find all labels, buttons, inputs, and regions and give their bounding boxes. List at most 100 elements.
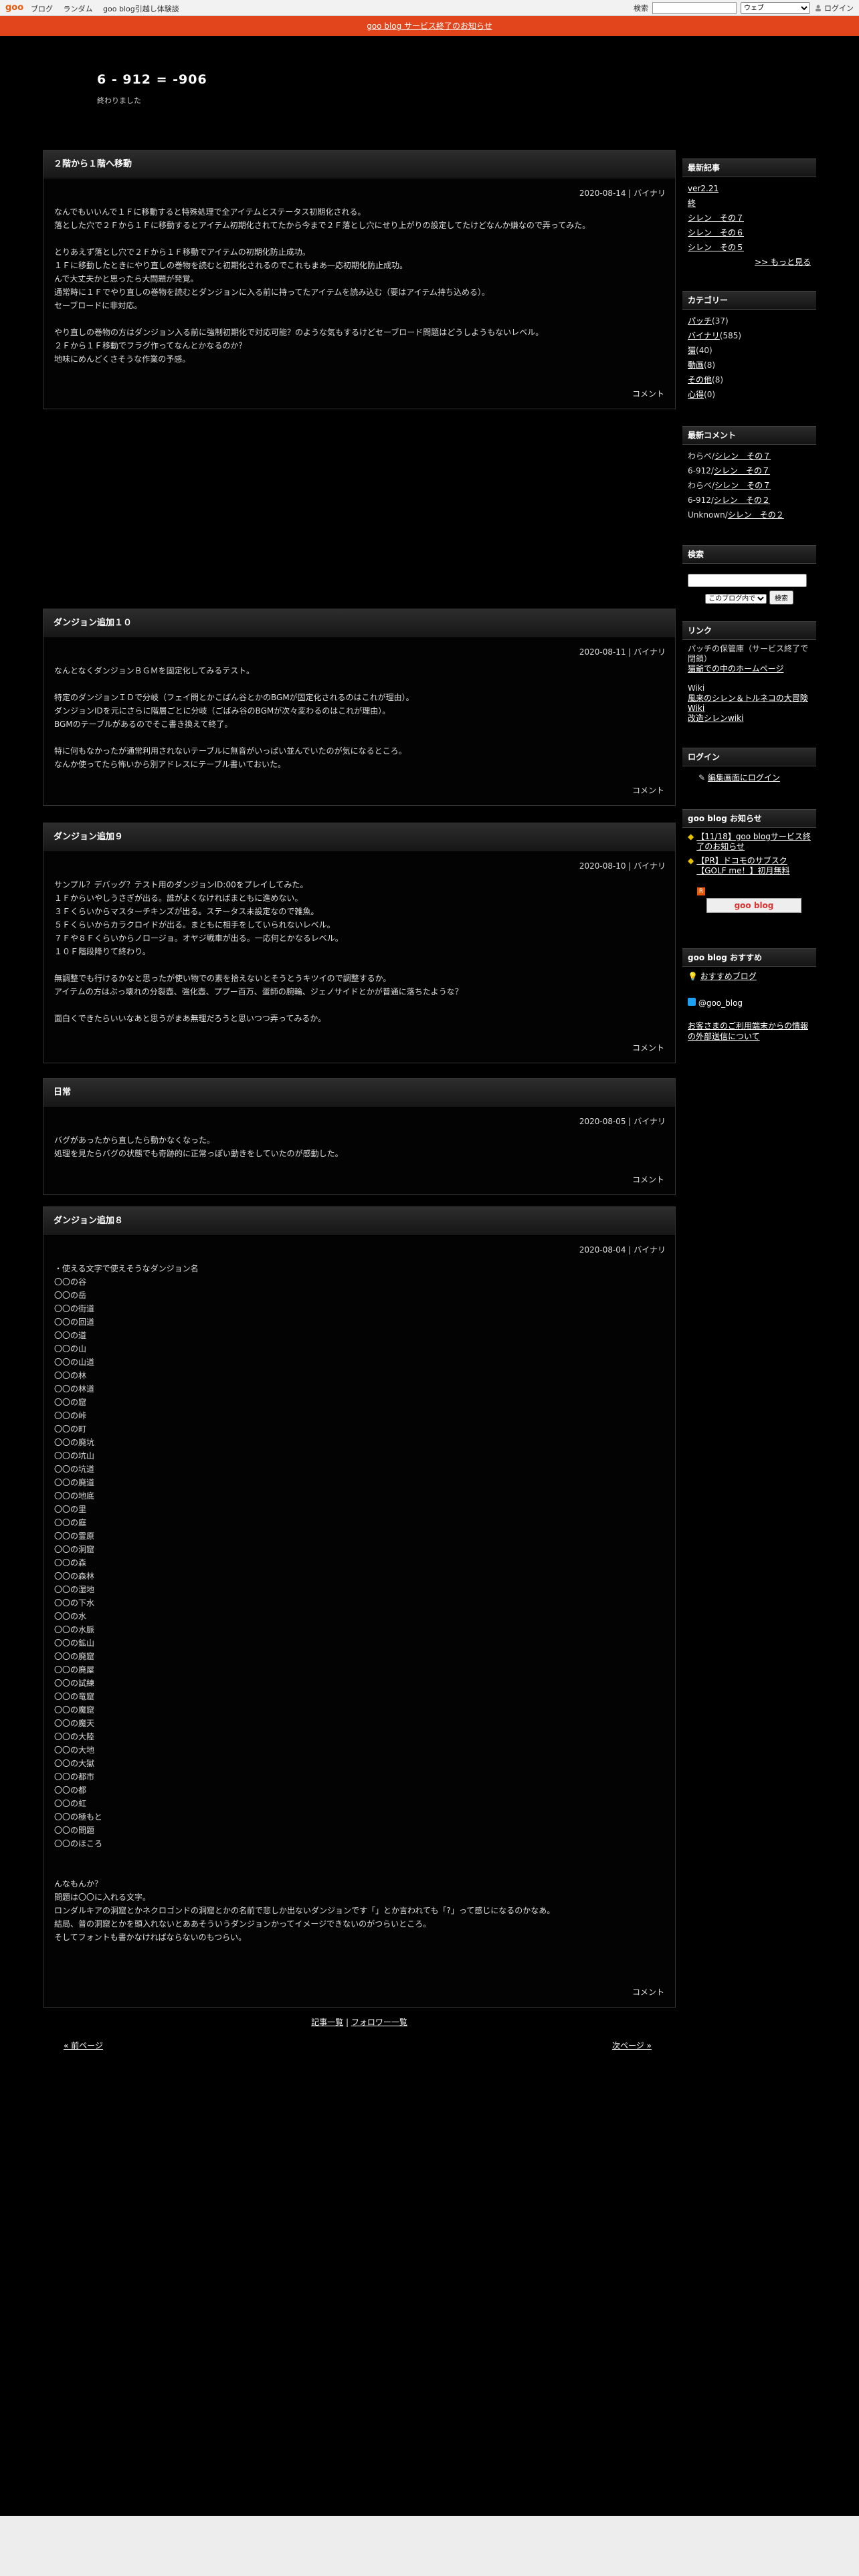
- entry-line: 〇〇の森林: [54, 1572, 95, 1581]
- search-input[interactable]: [652, 2, 737, 14]
- nav-random[interactable]: ランダム: [64, 5, 93, 13]
- entry-line: BGMのテーブルがあるのでそこ書き換えて終了。: [54, 720, 233, 729]
- entry-line: 〇〇の坑道: [54, 1465, 95, 1474]
- entry: ２階から１階へ移動 2020-08-14 | バイナリ なんでもいいんで１Ｆに移…: [43, 150, 676, 409]
- entry-line: 無調整でも行けるかなと思ったが使い物での素を拾えないとそうとうキツイので調整する…: [54, 974, 391, 983]
- comment-link[interactable]: コメント: [632, 784, 664, 796]
- entry-line: 〇〇の大獄: [54, 1759, 95, 1768]
- prev-page-link[interactable]: « 前ページ: [64, 2040, 103, 2051]
- twitter-link[interactable]: @goo_blog: [698, 998, 743, 1008]
- entry-line: [54, 677, 664, 691]
- link-item[interactable]: 改造シレンwiki: [688, 714, 743, 723]
- blog-search-input[interactable]: [688, 573, 807, 587]
- comment-post-link[interactable]: シレン その７: [714, 481, 771, 490]
- link-item[interactable]: 風来のシレン＆トルネコの大冒険 Wiki: [688, 693, 808, 713]
- sidebar-login: ログイン ✎ 編集画面にログイン: [682, 748, 816, 789]
- entry-line: 処理を見たらバグの状態でも奇跡的に正常っぽい動きをしていたのが感動した。: [54, 1149, 343, 1158]
- sidebar-heading: 検索: [682, 545, 816, 564]
- entry-title[interactable]: ダンジョン追加９: [43, 823, 675, 852]
- recent-item[interactable]: シレン その６: [688, 228, 744, 237]
- category-link[interactable]: 動画: [688, 360, 704, 370]
- entry-line: 〇〇の鉱山: [54, 1638, 95, 1648]
- recent-item[interactable]: シレン その５: [688, 243, 744, 252]
- entry-line: 〇〇の洞窟: [54, 1545, 95, 1554]
- notice-item[interactable]: 【PR】ドコモのサブスク【GOLF me！】初月無料: [696, 856, 811, 876]
- comment-link[interactable]: コメント: [632, 1042, 664, 1053]
- comment-post-link[interactable]: シレン その２: [714, 496, 770, 505]
- entry-title[interactable]: ダンジョン追加１０: [43, 609, 675, 638]
- login-link[interactable]: ログイン: [814, 3, 854, 13]
- bullet-icon: ◆: [688, 856, 694, 865]
- entry-line: バグがあったから直したら動かなくなった。: [54, 1136, 215, 1145]
- comment-post-link[interactable]: シレン その２: [728, 510, 784, 520]
- entry-meta: 2020-08-11 | バイナリ: [579, 647, 666, 657]
- entry-line: 〇〇の極もと: [54, 1812, 102, 1822]
- comment-post-link[interactable]: シレン その７: [714, 466, 770, 475]
- entry-line: 〇〇の魔窟: [54, 1705, 95, 1715]
- blog-search-button[interactable]: 検索: [769, 591, 793, 605]
- sidebar-heading: 最新コメント: [682, 426, 816, 445]
- entry-line: 〇〇の大地: [54, 1745, 95, 1755]
- service-notice-link[interactable]: goo blog サービス終了のお知らせ: [367, 21, 492, 31]
- entry-title[interactable]: ダンジョン追加８: [43, 1207, 675, 1236]
- search-scope-select[interactable]: ウェブ: [741, 2, 810, 14]
- recent-item[interactable]: 終: [688, 199, 696, 208]
- comment-link[interactable]: コメント: [632, 1986, 664, 1998]
- entry-line: 〇〇の回道: [54, 1317, 95, 1327]
- entry-body: サンプル？デバッグ？テスト用のダンジョンID:00をプレイしてみた。 １Ｆからいや…: [43, 871, 675, 1025]
- entry-line: [54, 958, 664, 972]
- category-count: (0): [704, 390, 716, 399]
- next-page-link[interactable]: 次ページ »: [612, 2040, 652, 2051]
- category-link[interactable]: 心得: [688, 390, 704, 399]
- comment-link[interactable]: コメント: [632, 388, 664, 399]
- recent-item[interactable]: シレン その７: [688, 213, 744, 223]
- sidebar-heading: ログイン: [682, 748, 816, 766]
- category-link[interactable]: 猫: [688, 346, 696, 355]
- notice-item[interactable]: 【11/18】goo blogサービス終了のお知らせ: [696, 832, 811, 852]
- edit-login-link[interactable]: 編集画面にログイン: [708, 773, 780, 782]
- blog-title[interactable]: 6 - 912 = -906: [97, 72, 207, 87]
- recent-item[interactable]: ver2.21: [688, 184, 719, 193]
- entry-line: １０Ｆ階段降りて終わり。: [54, 947, 151, 956]
- comment-post-link[interactable]: シレン その７: [714, 451, 771, 461]
- blog-search-scope[interactable]: このブログ内で: [705, 594, 767, 604]
- entry-title[interactable]: ２階から１階へ移動: [43, 150, 675, 179]
- nav-moving-stories[interactable]: goo blog引越し体験談: [103, 5, 179, 13]
- entry-line: 〇〇の都市: [54, 1772, 95, 1782]
- entry-title[interactable]: 日常: [43, 1079, 675, 1107]
- entry-line: 特定のダンジョンＩＤで分岐（フェイ問とかこばん谷とかのBGMが固定化されるのはこ…: [54, 693, 414, 702]
- rss-icon[interactable]: R: [697, 887, 705, 895]
- entry-line: 〇〇の水脈: [54, 1625, 95, 1634]
- entry-line: ロンダルキアの洞窟とかネクロゴンドの洞窟とかの名前で悲しか出ないダンジョンです「…: [54, 1906, 555, 1915]
- entry-line: 〇〇の竜窟: [54, 1692, 95, 1701]
- more-link[interactable]: >> もっと見る: [755, 257, 811, 267]
- entry-line: 〇〇の廃坑: [54, 1438, 95, 1447]
- service-notice-bar: goo blog サービス終了のお知らせ: [0, 16, 859, 36]
- goo-logo[interactable]: goo: [5, 3, 23, 13]
- category-link[interactable]: バイナリ: [688, 331, 720, 340]
- category-link[interactable]: パッチ: [688, 316, 712, 326]
- entry-line: ３Ｆくらいからマスターチキンズが出る。ステータス未設定なので雑魚。: [54, 907, 319, 916]
- recommended-blog-link[interactable]: おすすめブログ: [700, 972, 757, 981]
- sidebar-search: 検索 このブログ内で 検索: [682, 545, 816, 609]
- entry: ダンジョン追加１０ 2020-08-11 | バイナリ なんとなくダンジョンＢＧ…: [43, 609, 676, 806]
- link-item[interactable]: 猫爺での中のホームページ: [688, 664, 783, 673]
- goo-blog-button[interactable]: goo blog: [706, 898, 801, 913]
- followers-link[interactable]: フォロワー一覧: [351, 2018, 407, 2027]
- comment-link[interactable]: コメント: [632, 1174, 664, 1185]
- pager-links: 記事一覧 | フォロワー一覧: [0, 2016, 719, 2028]
- entry-line: 〇〇の道: [54, 1331, 87, 1340]
- entry-line: 〇〇の里: [54, 1505, 87, 1514]
- article-list-link[interactable]: 記事一覧: [311, 2018, 343, 2027]
- category-count: (37): [712, 316, 729, 326]
- sidebar-goo-notices: goo blog お知らせ ◆ 【11/18】goo blogサービス終了のお知ら…: [682, 809, 816, 917]
- blog-description: 終わりました: [97, 96, 141, 105]
- entry-line: 〇〇の都: [54, 1786, 87, 1795]
- lightbulb-icon: 💡: [688, 972, 698, 981]
- sidebar-recent: 最新記事 ver2.21 終 シレン その７ シレン その６ シレン その５ >…: [682, 158, 816, 274]
- external-info-link[interactable]: お客さまのご利用端末からの情報の外部送信について: [688, 1021, 808, 1041]
- nav-blog[interactable]: ブログ: [31, 5, 53, 13]
- entry-line: ７Ｆや８Ｆくらいからノロージョ。オヤジ戦車が出る。一応何とかなるレベル。: [54, 934, 343, 943]
- category-link[interactable]: その他: [688, 375, 712, 385]
- comment-author: 6-912: [688, 496, 711, 505]
